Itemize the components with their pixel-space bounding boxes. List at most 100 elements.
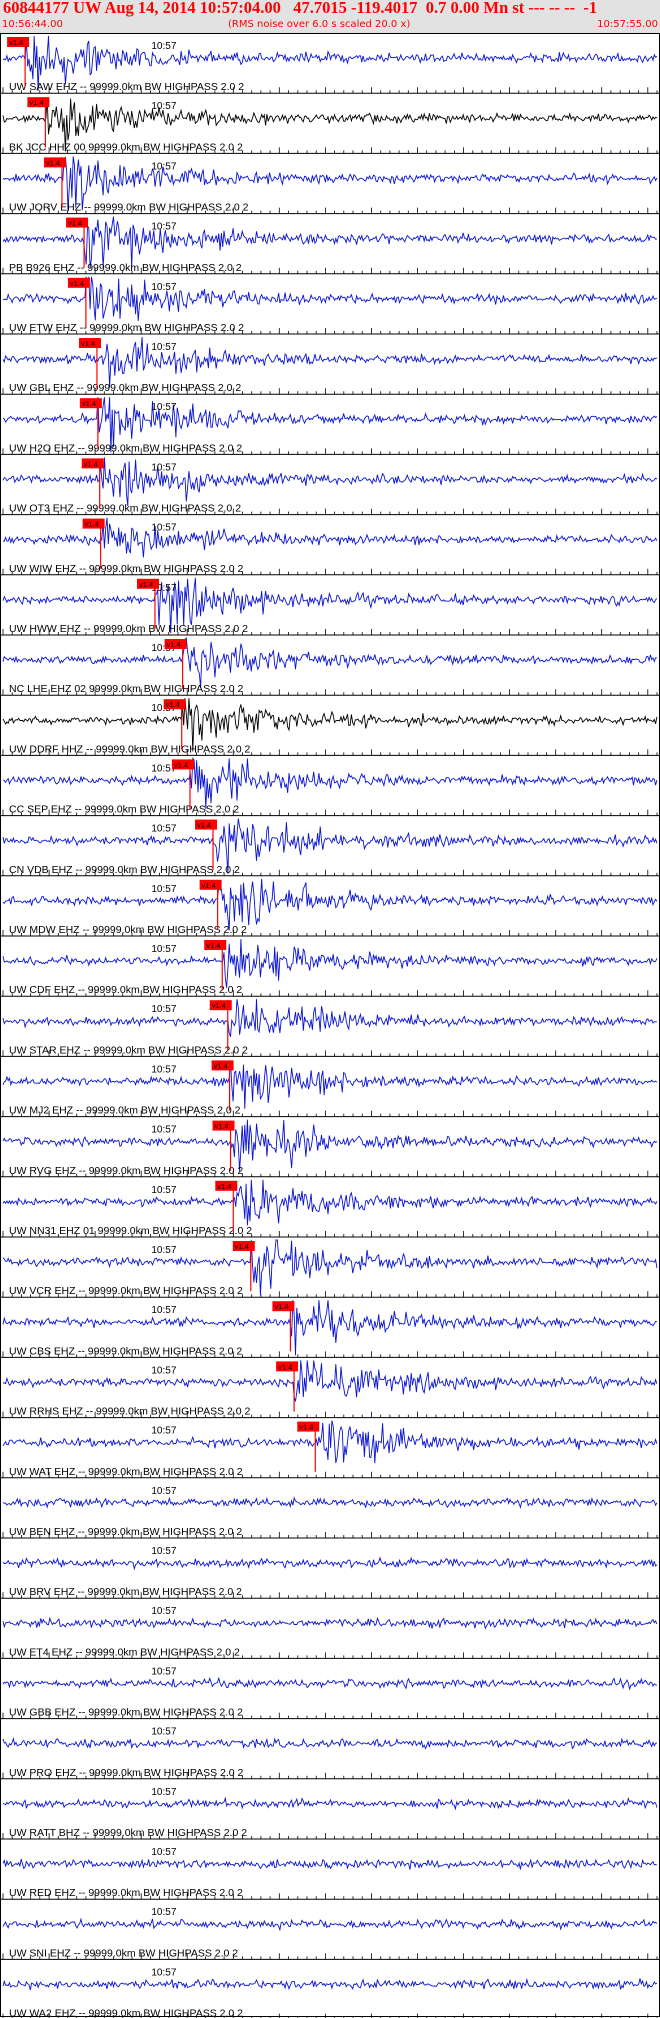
waveform-30: [2, 1858, 658, 1870]
time-label: 10:57: [151, 1606, 176, 1617]
time-label: 10:57: [151, 1245, 176, 1256]
waveform-19: [2, 1179, 658, 1226]
pick-label: v1.4: [70, 279, 84, 288]
station-label: UW H2O EHZ -- 99999.0km BW HIGHPASS 2.0 …: [9, 442, 242, 454]
station-label: UW SNI EHZ -- 99999.0km BW HIGHPASS 2.0 …: [9, 1947, 238, 1959]
station-label: UW CBS EHZ -- 99999.0km BW HIGHPASS 2.0 …: [9, 1345, 242, 1357]
station-label: UW SAW EHZ -- 99999.0km BW HIGHPASS 2.0 …: [9, 81, 244, 93]
time-label: 10:57: [151, 161, 176, 172]
station-label: UW PRO EHZ -- 99999.0km BW HIGHPASS 2.0 …: [9, 1767, 244, 1779]
time-label: 10:57: [151, 101, 176, 112]
pick-label: v1.4: [9, 38, 23, 47]
time-label: 10:57: [151, 41, 176, 52]
time-label: 10:57: [151, 402, 176, 413]
station-label: UW VCR EHZ -- 99999.0km BW HIGHPASS 2.0 …: [9, 1285, 243, 1297]
pick-label: v1.4: [278, 1362, 292, 1371]
station-label: UW MJ2 EHZ -- 99999.0km BW HIGHPASS 2.0 …: [9, 1105, 241, 1117]
station-label: UW BEN EHZ -- 99999.0km BW HIGHPASS 2.0 …: [9, 1526, 242, 1538]
pick-label: v1.4: [68, 219, 82, 228]
time-label: 10:57: [151, 1004, 176, 1015]
pick-label: v1.4: [81, 339, 95, 348]
seismogram-plot: 10:57 UW SAW EHZ -- 99999.0km BW HIGHPASS…: [0, 33, 660, 2018]
waveform-14: [2, 878, 658, 931]
waveform-27: [2, 1676, 658, 1691]
station-label: BK JCC HHZ 00 99999.0km BW HIGHPASS 2.0 …: [9, 141, 243, 153]
pick-label: v1.4: [206, 941, 220, 950]
station-label: UW GBB EHZ -- 99999.0km BW HIGHPASS 2.0 …: [9, 1707, 243, 1719]
time-label: 10:57: [151, 1486, 176, 1497]
pick-label: v1.4: [29, 98, 43, 107]
time-label: 10:57: [151, 222, 176, 233]
station-label: CN VDB EHZ -- 99999.0km BW HIGHPASS 2.0 …: [9, 864, 240, 876]
station-label: UW WA2 EHZ -- 99999.0km BW HIGHPASS 2.0 …: [9, 2008, 243, 2018]
station-label: NC LHE EHZ 02 99999.0km BW HIGHPASS 2.0 …: [9, 683, 244, 695]
waveform-4: [2, 276, 658, 321]
waveform-25: [2, 1556, 658, 1571]
pick-label: v1.4: [202, 881, 216, 890]
waveform-29: [2, 1796, 658, 1811]
time-label: 10:57: [151, 1064, 176, 1075]
pick-label: v1.4: [212, 1001, 226, 1010]
time-label: 10:57: [151, 1907, 176, 1918]
station-label: UW MDW EHZ -- 99999.0km BW HIGHPASS 2.0 …: [9, 924, 247, 936]
station-label: UW DDRF HHZ -- 99999.0km BW HIGHPASS 2.0…: [9, 743, 251, 755]
station-label: UW JORV EHZ -- 99999.0km BW HIGHPASS 2.0…: [9, 202, 249, 214]
station-label: UW WIW EHZ -- 99999.0km BW HIGHPASS 2.0 …: [9, 563, 244, 575]
pick-label: v1.4: [166, 700, 180, 709]
pick-label: v1.4: [174, 760, 188, 769]
pick-label: v1.4: [197, 821, 211, 830]
time-label: 10:57: [151, 884, 176, 895]
station-label: UW NN31 EHZ 01 99999.0km BW HIGHPASS 2.0…: [9, 1225, 252, 1237]
waveform-23: [2, 1420, 658, 1464]
waveform-26: [2, 1616, 658, 1630]
station-label: UW OT3 EHZ -- 99999.0km BW HIGHPASS 2.0 …: [9, 503, 241, 515]
pick-label: v1.4: [217, 1182, 231, 1191]
station-label: UW WAT EHZ -- 99999.0km BW HIGHPASS 2.0 …: [9, 1466, 243, 1478]
waveform-15: [2, 938, 658, 988]
pick-label: v1.4: [215, 1122, 229, 1131]
time-label: 10:57: [151, 1426, 176, 1437]
pick-label: v1.4: [85, 520, 99, 529]
waveform-24: [2, 1496, 658, 1509]
time-label: 10:57: [151, 1546, 176, 1557]
waveform-18: [2, 1119, 658, 1172]
time-label: 10:57: [151, 282, 176, 293]
pick-label: v1.4: [82, 399, 96, 408]
waveform-5: [2, 336, 658, 388]
waveform-28: [2, 1736, 658, 1750]
station-label: UW RVG EHZ -- 99999.0km BW HIGHPASS 2.0 …: [9, 1165, 243, 1177]
waveform-16: [2, 999, 657, 1038]
time-label: 10:57: [151, 1365, 176, 1376]
waveform-3: [2, 216, 658, 269]
pick-label: v1.4: [139, 580, 153, 589]
station-label: PB B926 EHZ -- 99999.0km BW HIGHPASS 2.0…: [9, 262, 242, 274]
pick-label: v1.4: [46, 158, 60, 167]
station-label: UW HWW EHZ -- 99999.0km BW HIGHPASS 2.0 …: [9, 623, 248, 635]
waveform-22: [2, 1360, 658, 1402]
station-label: UW ET4 EHZ -- 99999.0km BW HIGHPASS 2.0 …: [9, 1646, 240, 1658]
waveform-10: [2, 636, 657, 688]
time-label: 10:57: [151, 1787, 176, 1798]
station-label: UW STAR EHZ -- 99999.0km BW HIGHPASS 2.0…: [9, 1044, 248, 1056]
waveform-12: [2, 757, 658, 810]
time-label: 10:57: [151, 1727, 176, 1738]
station-label: UW CDF EHZ -- 99999.0km BW HIGHPASS 2.0 …: [9, 984, 242, 996]
time-label: 10:57: [151, 342, 176, 353]
time-label: 10:57: [151, 1847, 176, 1858]
station-label: UW RED EHZ -- 99999.0km BW HIGHPASS 2.0 …: [9, 1887, 243, 1899]
pick-label: v1.4: [167, 640, 181, 649]
waveform-17: [2, 1060, 658, 1109]
waveform-31: [2, 1917, 658, 1932]
time-label: 10:57: [151, 1185, 176, 1196]
pick-label: v1.4: [274, 1302, 288, 1311]
pick-label: v1.4: [235, 1242, 249, 1251]
time-label: 10:57: [151, 1305, 176, 1316]
station-label: UW RATT BHZ -- 99999.0km BW HIGHPASS 2.0…: [9, 1827, 247, 1839]
pick-label: v1.4: [214, 1061, 228, 1070]
waveform-32: [2, 1977, 658, 1991]
station-label: UW ETW EHZ -- 99999.0km BW HIGHPASS 2.0 …: [9, 322, 244, 334]
station-label: UW GBL EHZ -- 99999.0km BW HIGHPASS 2.0 …: [9, 382, 241, 394]
time-label: 10:57: [151, 1967, 176, 1978]
station-label: CC SEP EHZ -- 99999.0km BW HIGHPASS 2.0 …: [9, 804, 239, 816]
station-label: UW BRV EHZ -- 99999.0km BW HIGHPASS 2.0 …: [9, 1586, 242, 1598]
